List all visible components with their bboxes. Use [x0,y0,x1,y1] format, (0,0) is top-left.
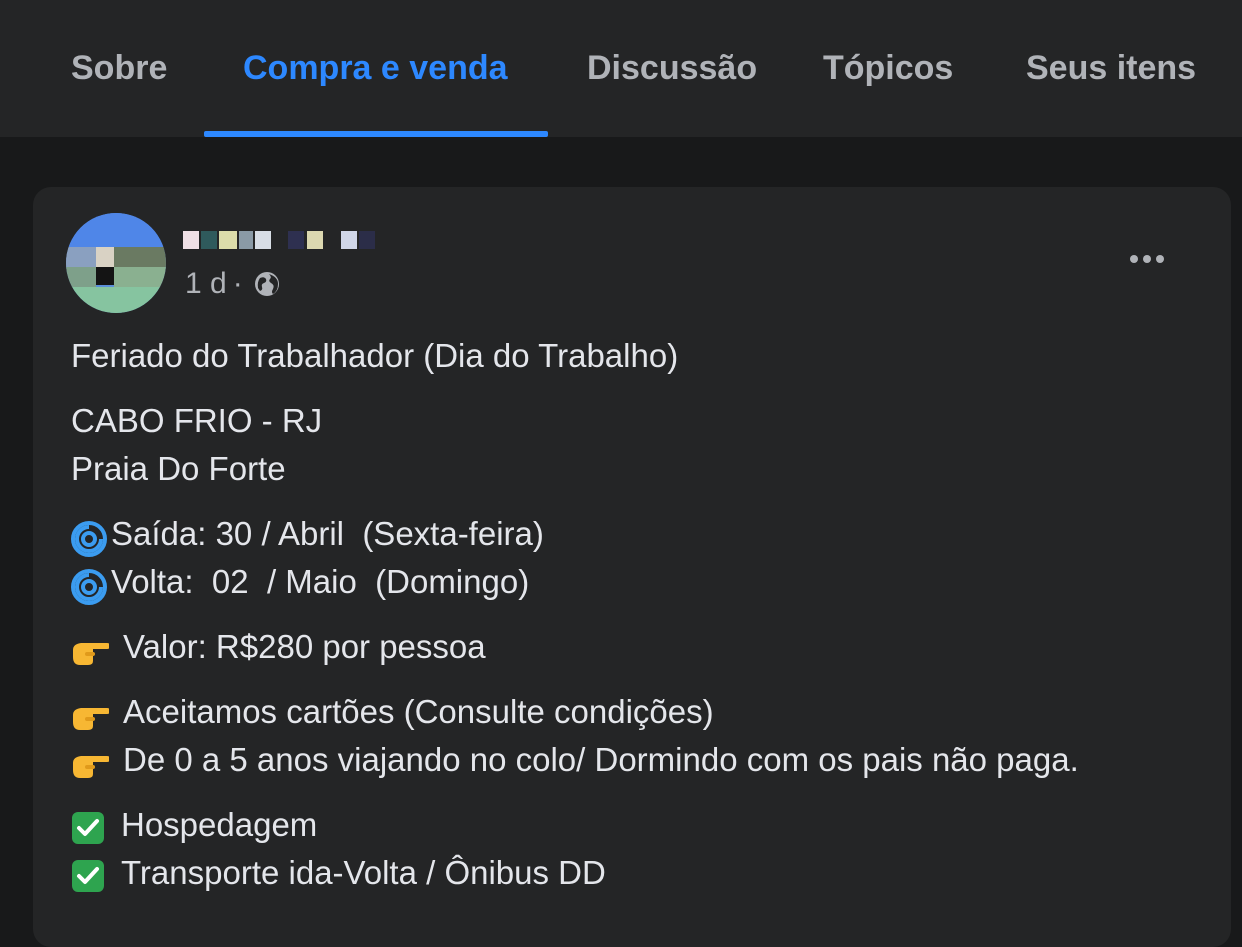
active-tab-indicator [204,131,548,137]
cyclone-icon [71,569,107,605]
check-mark-icon [72,860,104,892]
post-line-city: CABO FRIO - RJ [71,402,323,439]
avatar[interactable] [66,213,166,313]
post-line-price-row: Valor: R$280 por pessoa [71,623,1211,671]
more-options-icon [1130,255,1164,263]
post-line-kids-row: De 0 a 5 anos viajando no colo/ Dormindo… [71,736,1211,784]
post-time[interactable]: 1 d [185,267,227,301]
tab-topicos[interactable]: Tópicos [823,0,953,137]
cyclone-icon [71,521,107,557]
globe-icon [254,272,279,296]
post-line-departure-row: Saída: 30 / Abril (Sexta-feira) [71,510,1211,558]
tab-sobre[interactable]: Sobre [71,0,167,137]
tab-discussao[interactable]: Discussão [587,0,757,137]
post-line-title: Feriado do Trabalhador (Dia do Trabalho) [71,337,679,374]
pointing-hand-icon [73,708,109,730]
pointing-hand-icon [73,756,109,778]
post-line-price: Valor: R$280 por pessoa [123,628,486,665]
tab-compra-e-venda[interactable]: Compra e venda [243,0,508,137]
check-mark-icon [72,812,104,844]
pointing-hand-icon [73,643,109,665]
post-card: 1 d · Feriado do Trabalhador (Dia do Tra… [33,187,1231,947]
tab-seus-itens[interactable]: Seus itens [1026,0,1196,137]
post-line-departure: Saída: 30 / Abril (Sexta-feira) [111,515,544,552]
post-line-return-row: Volta: 02 / Maio (Domingo) [71,558,1211,606]
group-tab-bar: Sobre Compra e venda Discussão Tópicos S… [0,0,1242,137]
more-options-button[interactable] [1125,237,1169,281]
post-line-cards-row: Aceitamos cartões (Consulte condições) [71,688,1211,736]
post-line-lodging: Hospedagem [121,806,318,843]
meta-separator: · [232,267,243,300]
post-line-transport: Transporte ida-Volta / Ônibus DD [121,854,606,891]
post-line-beach: Praia Do Forte [71,450,286,487]
post-line-kids: De 0 a 5 anos viajando no colo/ Dormindo… [123,741,1079,778]
post-line-transport-row: Transporte ida-Volta / Ônibus DD [71,849,1211,897]
post-line-cards: Aceitamos cartões (Consulte condições) [123,693,714,730]
post-line-return: Volta: 02 / Maio (Domingo) [111,563,530,600]
post-line-lodging-row: Hospedagem [71,801,1211,849]
post-text: Feriado do Trabalhador (Dia do Trabalho)… [71,332,1211,914]
post-meta: 1 d · [185,267,281,301]
